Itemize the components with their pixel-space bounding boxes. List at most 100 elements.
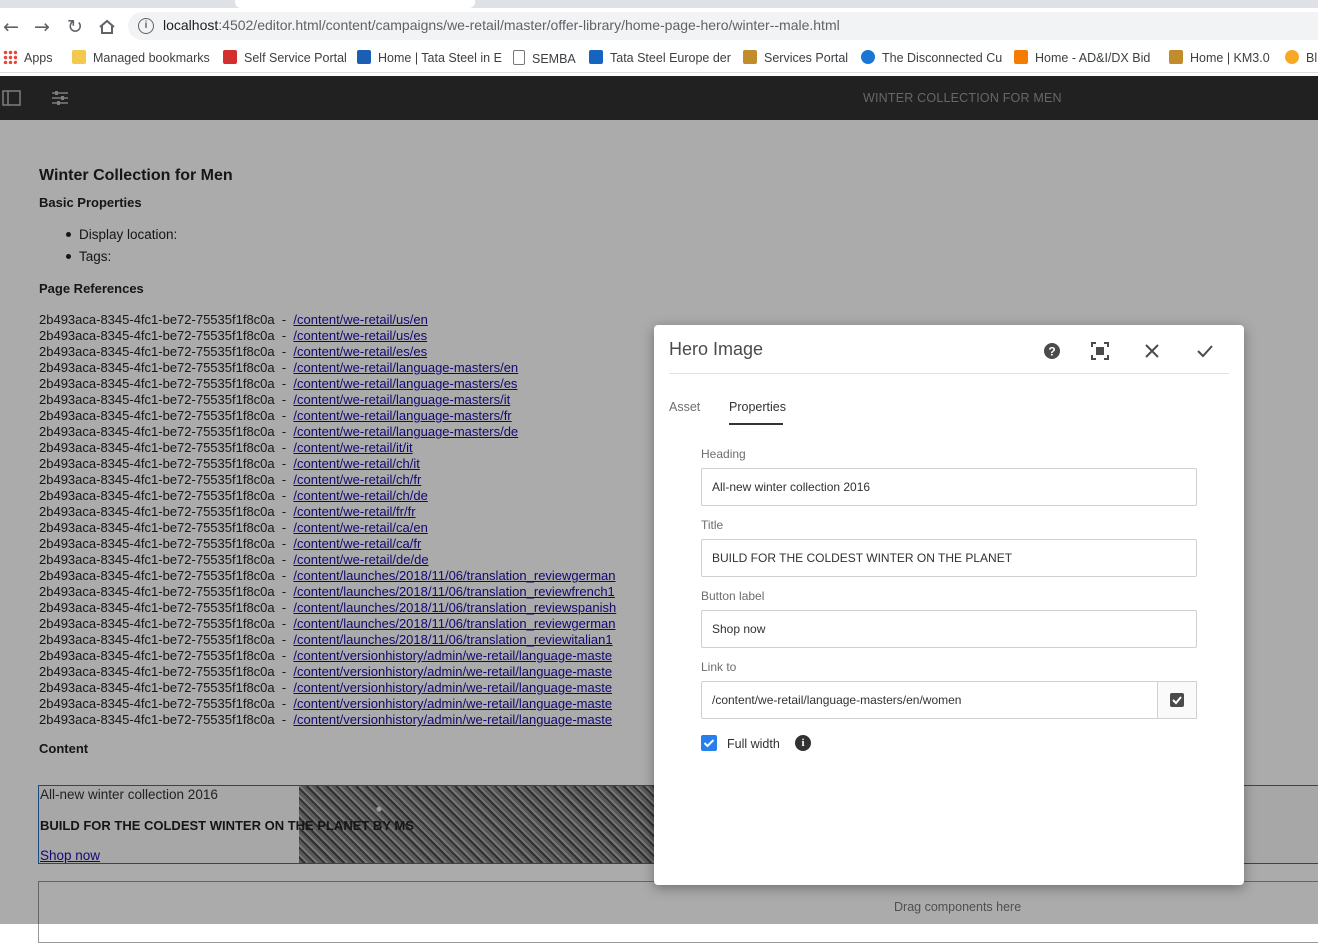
- heading-input[interactable]: All-new winter collection 2016: [701, 468, 1197, 506]
- reference-row: 2b493aca-8345-4fc1-be72-75535f1f8c0a - /…: [39, 376, 659, 392]
- editor-header: WINTER COLLECTION FOR MEN: [0, 76, 1318, 120]
- hero-shop-link[interactable]: Shop now: [40, 848, 100, 863]
- info-icon[interactable]: i: [795, 735, 811, 751]
- reference-row: 2b493aca-8345-4fc1-be72-75535f1f8c0a - /…: [39, 472, 659, 488]
- reference-row: 2b493aca-8345-4fc1-be72-75535f1f8c0a - /…: [39, 584, 659, 600]
- reference-link[interactable]: /content/we-retail/ch/fr: [293, 472, 421, 487]
- tags-item: Tags:: [65, 248, 177, 270]
- reference-row: 2b493aca-8345-4fc1-be72-75535f1f8c0a - /…: [39, 600, 659, 616]
- bookmark-adi-dx[interactable]: Home - AD&I/DX Bid: [1014, 50, 1150, 66]
- reference-link[interactable]: /content/versionhistory/admin/we-retail/…: [293, 712, 612, 727]
- bookmark-semba[interactable]: SEMBA: [513, 50, 576, 66]
- site-icon: [357, 50, 371, 64]
- close-icon[interactable]: [1141, 340, 1163, 362]
- link-to-value: /content/we-retail/language-masters/en/w…: [712, 693, 962, 707]
- fullscreen-icon[interactable]: [1089, 340, 1111, 362]
- bookmark-apps[interactable]: Apps: [3, 50, 53, 66]
- reference-link[interactable]: /content/launches/2018/11/06/translation…: [293, 568, 615, 583]
- reference-link[interactable]: /content/we-retail/ch/it: [293, 456, 419, 471]
- reference-link[interactable]: /content/we-retail/language-masters/fr: [293, 408, 511, 423]
- bookmark-managed[interactable]: Managed bookmarks: [72, 50, 210, 66]
- folder-icon: [72, 50, 86, 64]
- heading-label: Heading: [701, 447, 746, 461]
- link-to-input[interactable]: /content/we-retail/language-masters/en/w…: [701, 681, 1197, 719]
- reference-id: 2b493aca-8345-4fc1-be72-75535f1f8c0a -: [39, 312, 294, 327]
- reference-link[interactable]: /content/we-retail/es/es: [293, 344, 427, 359]
- reference-link[interactable]: /content/launches/2018/11/06/translation…: [293, 616, 615, 631]
- forward-icon[interactable]: →: [31, 16, 53, 38]
- page-references-heading: Page References: [39, 281, 144, 296]
- reference-row: 2b493aca-8345-4fc1-be72-75535f1f8c0a - /…: [39, 488, 659, 504]
- help-icon[interactable]: ?: [1041, 340, 1063, 362]
- home-icon[interactable]: [96, 16, 118, 38]
- reference-link[interactable]: /content/launches/2018/11/06/translation…: [293, 632, 612, 647]
- reference-link[interactable]: /content/we-retail/de/de: [293, 552, 428, 567]
- reference-row: 2b493aca-8345-4fc1-be72-75535f1f8c0a - /…: [39, 568, 659, 584]
- reference-link[interactable]: /content/we-retail/language-masters/es: [293, 376, 517, 391]
- path-picker-button[interactable]: [1157, 681, 1197, 719]
- link-to-label: Link to: [701, 660, 737, 674]
- reference-link[interactable]: /content/we-retail/it/it: [293, 440, 412, 455]
- image-icon: [743, 50, 757, 64]
- tab-asset[interactable]: Asset: [669, 400, 700, 414]
- reference-link[interactable]: /content/we-retail/us/en: [293, 312, 427, 327]
- reference-row: 2b493aca-8345-4fc1-be72-75535f1f8c0a - /…: [39, 408, 659, 424]
- reference-link[interactable]: /content/versionhistory/admin/we-retail/…: [293, 680, 612, 695]
- tab-properties[interactable]: Properties: [729, 400, 786, 414]
- side-panel-toggle-icon[interactable]: [2, 88, 22, 108]
- title-value: BUILD FOR THE COLDEST WINTER ON THE PLAN…: [712, 551, 1013, 565]
- button-label-value: Shop now: [712, 622, 766, 636]
- reference-link[interactable]: /content/we-retail/language-masters/en: [293, 360, 518, 375]
- address-bar[interactable]: i localhost:4502/editor.html/content/cam…: [128, 12, 1318, 40]
- bookmark-bl[interactable]: Bl: [1285, 50, 1317, 66]
- reference-link[interactable]: /content/we-retail/us/es: [293, 328, 427, 343]
- page-properties-icon[interactable]: [50, 88, 70, 108]
- bookmark-tata-home[interactable]: Home | Tata Steel in E: [357, 50, 502, 66]
- title-input[interactable]: BUILD FOR THE COLDEST WINTER ON THE PLAN…: [701, 539, 1197, 577]
- image-icon: [1169, 50, 1183, 64]
- bookmark-disconnected[interactable]: The Disconnected Cu: [861, 50, 1002, 66]
- reference-id: 2b493aca-8345-4fc1-be72-75535f1f8c0a -: [39, 648, 294, 663]
- reference-row: 2b493aca-8345-4fc1-be72-75535f1f8c0a - /…: [39, 616, 659, 632]
- reference-link[interactable]: /content/versionhistory/admin/we-retail/…: [293, 696, 612, 711]
- bookmark-km3[interactable]: Home | KM3.0: [1169, 50, 1270, 66]
- apps-grid-icon: [3, 50, 17, 64]
- reference-id: 2b493aca-8345-4fc1-be72-75535f1f8c0a -: [39, 472, 294, 487]
- reference-id: 2b493aca-8345-4fc1-be72-75535f1f8c0a -: [39, 584, 294, 599]
- reference-id: 2b493aca-8345-4fc1-be72-75535f1f8c0a -: [39, 696, 294, 711]
- reference-row: 2b493aca-8345-4fc1-be72-75535f1f8c0a - /…: [39, 360, 659, 376]
- reference-row: 2b493aca-8345-4fc1-be72-75535f1f8c0a - /…: [39, 536, 659, 552]
- full-width-checkbox[interactable]: [701, 735, 717, 751]
- reference-row: 2b493aca-8345-4fc1-be72-75535f1f8c0a - /…: [39, 328, 659, 344]
- reference-id: 2b493aca-8345-4fc1-be72-75535f1f8c0a -: [39, 328, 294, 343]
- bookmark-tata-europe[interactable]: Tata Steel Europe der: [589, 50, 731, 66]
- reference-id: 2b493aca-8345-4fc1-be72-75535f1f8c0a -: [39, 664, 294, 679]
- site-info-icon[interactable]: i: [138, 18, 154, 34]
- reference-link[interactable]: /content/launches/2018/11/06/translation…: [293, 600, 616, 615]
- reference-row: 2b493aca-8345-4fc1-be72-75535f1f8c0a - /…: [39, 456, 659, 472]
- reference-link[interactable]: /content/we-retail/ca/fr: [293, 536, 421, 551]
- done-check-icon[interactable]: [1194, 340, 1216, 362]
- back-icon[interactable]: ←: [0, 16, 22, 38]
- bookmark-self-service[interactable]: Self Service Portal: [223, 50, 347, 66]
- reference-link[interactable]: /content/launches/2018/11/06/translation…: [293, 584, 614, 599]
- reference-row: 2b493aca-8345-4fc1-be72-75535f1f8c0a - /…: [39, 312, 659, 328]
- svg-text:?: ?: [1048, 345, 1055, 359]
- reference-link[interactable]: /content/versionhistory/admin/we-retail/…: [293, 664, 612, 679]
- reference-link[interactable]: /content/we-retail/ca/en: [293, 520, 427, 535]
- bookmark-services-portal[interactable]: Services Portal: [743, 50, 848, 66]
- reference-link[interactable]: /content/we-retail/ch/de: [293, 488, 427, 503]
- browser-tab-active[interactable]: [235, 0, 475, 8]
- checkbox-list-icon: [1170, 693, 1184, 707]
- reference-row: 2b493aca-8345-4fc1-be72-75535f1f8c0a - /…: [39, 696, 659, 712]
- component-drop-zone[interactable]: Drag components here: [38, 881, 1318, 943]
- reference-link[interactable]: /content/we-retail/language-masters/it: [293, 392, 510, 407]
- reference-link[interactable]: /content/we-retail/fr/fr: [293, 504, 415, 519]
- reference-link[interactable]: /content/versionhistory/admin/we-retail/…: [293, 648, 612, 663]
- reference-id: 2b493aca-8345-4fc1-be72-75535f1f8c0a -: [39, 424, 294, 439]
- reload-icon[interactable]: ↻: [64, 16, 86, 38]
- reference-row: 2b493aca-8345-4fc1-be72-75535f1f8c0a - /…: [39, 552, 659, 568]
- reference-link[interactable]: /content/we-retail/language-masters/de: [293, 424, 518, 439]
- reference-id: 2b493aca-8345-4fc1-be72-75535f1f8c0a -: [39, 360, 294, 375]
- button-label-input[interactable]: Shop now: [701, 610, 1197, 648]
